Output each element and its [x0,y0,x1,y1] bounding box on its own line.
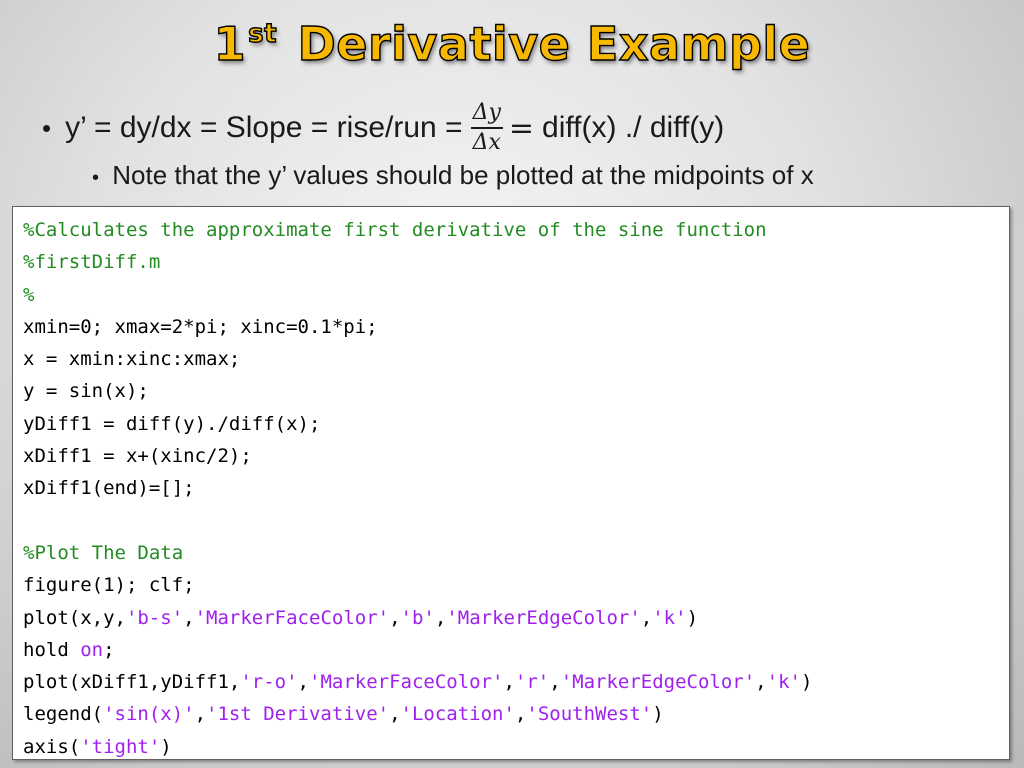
code-token: , [503,671,515,694]
equals-sign: = [508,110,535,146]
code-token: , [549,671,561,694]
code-line-6: y = sin(x); [23,380,149,403]
code-line-2: %firstDiff.m [23,251,161,274]
code-line-7: yDiff1 = diff(y)./diff(x); [23,412,321,435]
code-token: , [194,703,207,726]
code-line-13: plot(x,y,'b-s','MarkerFaceColor','b','Ma… [23,602,1009,634]
code-token: ) [160,735,172,758]
fraction-numerator: Δy [470,99,503,129]
code-line-1: %Calculates the approximate first deriva… [23,219,767,241]
code-string: '1st Derivative' [206,703,390,726]
delta-fraction: Δy Δx [470,99,503,157]
code-token: ) [686,606,699,629]
code-string: 'MarkerEdgeColor' [560,671,756,694]
code-token: , [389,606,401,629]
code-line-14: hold on; [23,634,1009,666]
code-line-5: x = xmin:xinc:xmax; [23,348,241,371]
code-token: , [297,671,309,694]
code-line-12: figure(1); clf; [23,574,195,597]
code-token: ) [652,703,664,726]
code-token: , [755,671,767,694]
code-string: 'r-o' [240,671,298,694]
bullet-slope-definition: • y’ = dy/dx = Slope = rise/run = Δy Δx … [42,92,724,164]
code-string: on [80,638,104,661]
code-line-16: legend('sin(x)','1st Derivative','Locati… [23,698,1009,730]
code-token: , [514,703,527,726]
code-token: ; [103,638,115,661]
code-string: 'k' [652,606,687,629]
code-string: 'b-s' [125,606,184,629]
bullet-icon: • [42,112,52,143]
code-line-4: xmin=0; xmax=2*pi; xinc=0.1*pi; [23,315,378,338]
code-token: ) [800,671,813,694]
code-token: , [389,703,401,726]
slide-title: 1st Derivative Example [0,14,1024,74]
code-token: axis( [23,735,81,758]
code-line-15: plot(xDiff1,yDiff1,'r-o','MarkerFaceColo… [23,666,1009,698]
code-string: 'b' [400,606,435,629]
code-string: 'SouthWest' [526,703,653,726]
code-token: , [434,606,447,629]
code-string: 'tight' [80,735,161,758]
code-string: 'r' [514,671,550,694]
code-token: hold [23,638,81,661]
diff-expression: diff(x) ./ diff(y) [542,111,725,144]
code-token: , [640,606,653,629]
title-number: 1 [213,16,247,71]
code-token: plot(xDiff1,yDiff1, [23,671,241,694]
fraction-denominator: Δx [472,130,501,155]
title-superscript: st [247,19,278,49]
code-string: 'Location' [400,703,515,726]
code-line-3: % [23,283,35,306]
code-string: 'sin(x)' [103,703,195,726]
code-line-17: axis('tight') [23,731,1009,759]
code-token: legend( [23,703,104,726]
slope-definition-text: y’ = dy/dx = Slope = rise/run = [65,111,463,144]
sub-bullet-icon: • [92,167,100,189]
code-string: 'MarkerEdgeColor' [446,606,641,629]
code-line-9: xDiff1(end)=[]; [23,477,195,500]
midpoint-note-text: Note that the y’ values should be plotte… [112,160,814,190]
code-token: , [183,606,195,629]
title-text: Derivative Example [281,16,811,71]
code-string: 'k' [766,671,801,694]
bullet-midpoint-note: • Note that the y’ values should be plot… [92,160,814,191]
code-string: 'MarkerFaceColor' [194,606,390,629]
code-line-8: xDiff1 = x+(xinc/2); [23,445,252,468]
code-string: 'MarkerFaceColor' [309,671,504,694]
code-listing: %Calculates the approximate first deriva… [12,206,1010,760]
code-line-11: %Plot The Data [23,541,184,564]
code-token: plot(x,y, [23,606,126,629]
